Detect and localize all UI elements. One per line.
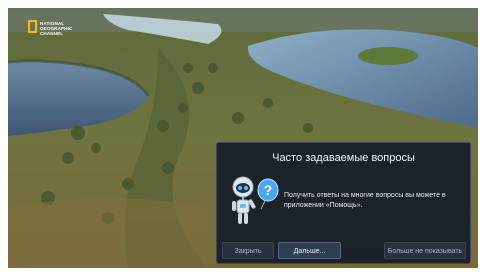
close-button[interactable]: Закрыть <box>222 242 274 259</box>
tv-screen: NATIONAL GEOGRAPHIC CHANNEL Часто задава… <box>8 8 478 268</box>
robot-help-icon: ? <box>232 176 279 224</box>
faq-dialog: Часто задаваемые вопросы ? Получить отве… <box>216 142 471 264</box>
channel-logo-text: NATIONAL GEOGRAPHIC CHANNEL <box>40 21 73 36</box>
yellow-frame-icon <box>28 20 37 33</box>
more-button[interactable]: Дальше... <box>278 242 341 259</box>
dialog-title: Часто задаваемые вопросы <box>272 152 415 164</box>
dont-show-again-button[interactable]: Больше не показывать <box>384 242 466 259</box>
national-geographic-logo: NATIONAL GEOGRAPHIC CHANNEL <box>28 20 73 48</box>
dialog-message: Получить ответы на многие вопросы вы мож… <box>284 192 446 209</box>
svg-text:?: ? <box>264 182 273 198</box>
